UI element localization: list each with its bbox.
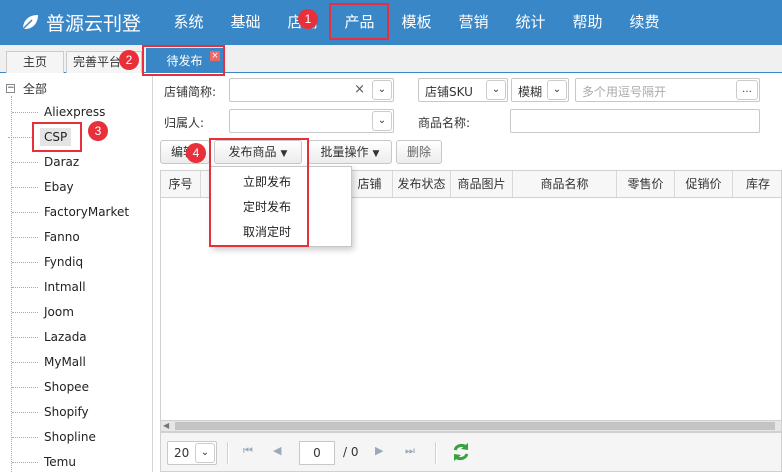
highlight-box-csp [32, 122, 82, 152]
nav-template[interactable]: 模板 [388, 0, 445, 45]
leaf-logo-icon [22, 15, 38, 30]
chevron-down-icon[interactable]: ⌄ [195, 443, 215, 463]
tree-root[interactable]: − 全部 [6, 80, 47, 96]
step-badge: 2 [119, 50, 139, 70]
tree-item-joom[interactable]: Joom [12, 303, 74, 321]
batch-operation-button[interactable]: 批量操作 ▼ [308, 140, 392, 164]
tab-home[interactable]: 主页 [6, 51, 64, 73]
tree-item-daraz[interactable]: Daraz [11, 153, 79, 171]
next-page-icon[interactable]: ▶ [375, 444, 383, 457]
first-page-icon[interactable]: ⏮ [243, 444, 253, 458]
sku-multi-placeholder: 多个用逗号隔开 [582, 85, 667, 99]
tree-item-factorymarket[interactable]: FactoryMarket [11, 203, 129, 221]
product-name-input[interactable] [510, 109, 760, 133]
nav-renew[interactable]: 续费 [616, 0, 673, 45]
tree-item-mymall[interactable]: MyMall [12, 353, 86, 371]
col-product-image[interactable]: 商品图片 [451, 171, 513, 197]
app-logo: 普源云刊登 [20, 8, 141, 36]
nav-statistics[interactable]: 统计 [502, 0, 559, 45]
col-product-name[interactable]: 商品名称 [513, 171, 617, 197]
main-menu: 系统 基础 店铺 产品 模板 营销 统计 帮助 续费 [160, 0, 673, 45]
main-panel: 店铺简称: × ⌄ 店铺SKU ⌄ 模糊 ⌄ 多个用逗号隔开 … 归属人: ⌄ … [154, 74, 782, 472]
clear-icon[interactable]: × [354, 82, 365, 97]
tree-root-label: 全部 [23, 81, 48, 96]
page-total: / 0 [343, 445, 359, 459]
more-options-button[interactable]: … [736, 80, 758, 100]
top-navigation-bar: 普源云刊登 系统 基础 店铺 产品 模板 营销 统计 帮助 续费 [0, 0, 782, 45]
current-page-input[interactable]: 0 [299, 441, 335, 465]
separator [435, 442, 437, 464]
col-retail-price[interactable]: 零售价 [617, 171, 675, 197]
sku-type-select[interactable]: 店铺SKU ⌄ [418, 78, 508, 102]
col-stock[interactable]: 库存 [733, 171, 782, 197]
tree-item-fanno[interactable]: Fanno [12, 228, 80, 246]
horizontal-scrollbar[interactable]: ◀ [160, 420, 782, 432]
tree-item-intmall[interactable]: Intmall [12, 278, 86, 296]
page-size-value: 20 [174, 446, 190, 460]
scroll-left-icon[interactable]: ◀ [163, 421, 169, 430]
highlight-box-product [329, 3, 389, 40]
nav-basic[interactable]: 基础 [217, 0, 274, 45]
chevron-down-icon[interactable]: ⌄ [372, 111, 392, 131]
delete-button[interactable]: 删除 [396, 140, 442, 164]
match-mode-value: 模糊 [518, 85, 543, 99]
last-page-icon[interactable]: ⏭ [405, 444, 415, 458]
chevron-down-icon[interactable]: ⌄ [486, 80, 506, 100]
page-size-select[interactable]: 20 ⌄ [167, 441, 217, 465]
tree-item-aliexpress[interactable]: Aliexpress [11, 103, 105, 121]
tree-item-lazada[interactable]: Lazada [12, 328, 87, 346]
nav-system[interactable]: 系统 [160, 0, 217, 45]
step-badge: 3 [88, 121, 108, 141]
nav-marketing[interactable]: 营销 [445, 0, 502, 45]
col-promo-price[interactable]: 促销价 [675, 171, 733, 197]
app-title: 普源云刊登 [46, 12, 142, 35]
product-name-label: 商品名称: [418, 116, 471, 130]
refresh-icon[interactable] [451, 441, 471, 463]
tree-item-shopline[interactable]: Shopline [12, 428, 96, 446]
owner-label: 归属人: [164, 116, 205, 130]
tree-item-shopee[interactable]: Shopee [12, 378, 89, 396]
highlight-box-publish [209, 138, 309, 247]
caret-down-icon: ▼ [372, 149, 380, 159]
prev-page-icon[interactable]: ◀ [273, 444, 281, 457]
shop-short-label: 店铺简称: [164, 85, 217, 99]
batch-operation-label: 批量操作 [320, 145, 369, 159]
tree-item-fyndiq[interactable]: Fyndiq [11, 253, 83, 271]
owner-select[interactable]: ⌄ [229, 109, 394, 133]
col-index[interactable]: 序号 [161, 171, 201, 197]
col-shop[interactable]: 店铺 [347, 171, 393, 197]
sku-type-value: 店铺SKU [425, 85, 473, 99]
tree-connector [11, 96, 12, 472]
nav-help[interactable]: 帮助 [559, 0, 616, 45]
col-publish-status[interactable]: 发布状态 [393, 171, 451, 197]
step-badge: 4 [186, 143, 206, 163]
chevron-down-icon[interactable]: ⌄ [547, 80, 567, 100]
separator [227, 442, 229, 464]
step-badge: 1 [298, 9, 318, 29]
tree-item-ebay[interactable]: Ebay [12, 178, 74, 196]
tree-item-shopify[interactable]: Shopify [12, 403, 89, 421]
tree-item-temu[interactable]: Temu [12, 453, 76, 471]
sku-multi-input[interactable]: 多个用逗号隔开 … [575, 78, 760, 102]
tab-bar: 主页 完善平台 待发布 × [0, 45, 782, 73]
match-mode-select[interactable]: 模糊 ⌄ [511, 78, 569, 102]
scrollbar-thumb[interactable] [175, 422, 775, 430]
chevron-down-icon[interactable]: ⌄ [372, 80, 392, 100]
highlight-box-tab [142, 45, 225, 76]
shop-short-select[interactable]: × ⌄ [229, 78, 394, 102]
pagination-bar: 20 ⌄ ⏮ ◀ 0 / 0 ▶ ⏭ [160, 432, 782, 472]
collapse-icon[interactable]: − [6, 83, 15, 93]
